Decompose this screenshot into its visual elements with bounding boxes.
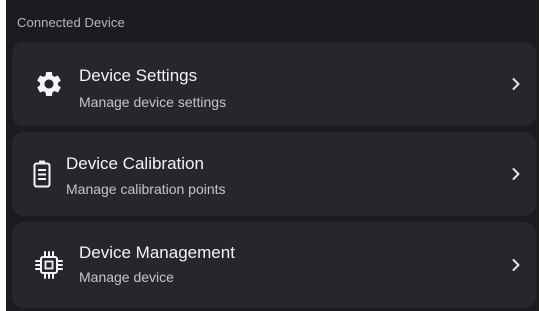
device-management-item[interactable]: Device Management Manage device — [12, 222, 536, 308]
item-title: Device Calibration — [66, 154, 204, 173]
gear-icon — [32, 67, 66, 101]
item-subtitle: Manage device settings — [79, 94, 227, 110]
chip-icon — [32, 248, 66, 282]
item-subtitle: Manage calibration points — [66, 181, 226, 197]
section-title: Connected Device — [17, 15, 125, 30]
chevron-right-icon — [510, 257, 522, 273]
item-title: Device Settings — [79, 66, 198, 85]
battery-icon — [28, 157, 56, 191]
chevron-right-icon — [510, 76, 522, 92]
device-calibration-item[interactable]: Device Calibration Manage calibration po… — [12, 132, 536, 216]
device-settings-item[interactable]: Device Settings Manage device settings — [12, 42, 536, 126]
chevron-right-icon — [510, 166, 522, 182]
item-title: Device Management — [79, 243, 235, 262]
item-subtitle: Manage device — [79, 269, 174, 285]
connected-device-screen: Connected Device Device Settings Manage … — [6, 0, 539, 311]
